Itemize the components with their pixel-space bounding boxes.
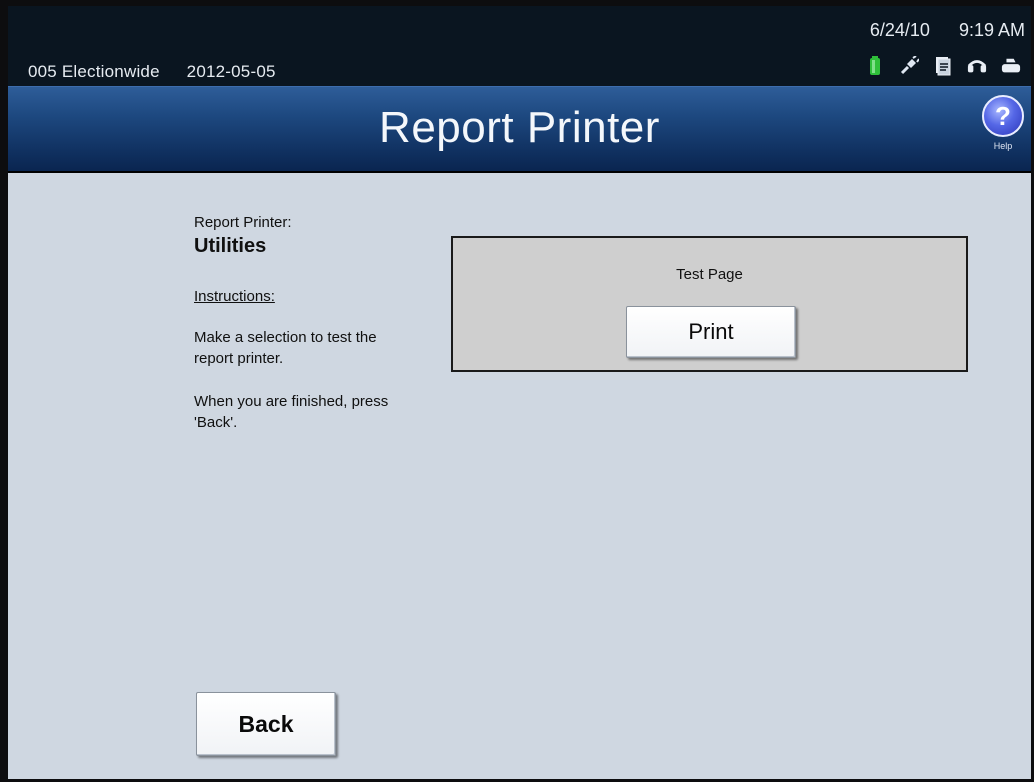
help-button[interactable]: ? Help <box>980 95 1026 151</box>
help-label: Help <box>993 141 1013 151</box>
test-page-panel: Test Page Print <box>451 236 968 372</box>
page-title: Report Printer <box>379 103 660 152</box>
clock: 6/24/10 9:19 AM <box>870 20 1025 41</box>
battery-icon <box>865 56 885 76</box>
instructions-heading: Instructions: <box>194 288 275 305</box>
headset-icon <box>967 56 987 76</box>
instruction-text: When you are finished, press 'Back'. <box>194 393 389 431</box>
help-icon[interactable]: ? <box>982 95 1024 137</box>
instructions-sidebar: Report Printer: Utilities Instructions: … <box>194 214 434 433</box>
app-window: 005 Electionwide 2012-05-05 6/24/10 9:19… <box>0 0 1034 782</box>
status-icons <box>865 56 1021 76</box>
status-bar: 005 Electionwide 2012-05-05 6/24/10 9:19… <box>8 6 1031 86</box>
breadcrumb: Report Printer: <box>194 214 292 231</box>
election-date: 2012-05-05 <box>186 62 276 81</box>
section-title: Utilities <box>194 235 267 257</box>
power-plug-icon <box>899 56 919 76</box>
title-bar: Report Printer ? Help <box>8 86 1031 173</box>
back-button[interactable]: Back <box>196 692 336 756</box>
current-time: 9:19 AM <box>958 20 1025 40</box>
document-icon <box>933 56 953 76</box>
election-name: 005 Electionwide <box>28 62 160 81</box>
instruction-text: Make a selection to test the report prin… <box>194 329 377 367</box>
current-date: 6/24/10 <box>869 20 930 40</box>
election-info: 005 Electionwide 2012-05-05 <box>28 62 276 82</box>
printer-icon <box>1001 56 1021 76</box>
print-button[interactable]: Print <box>626 306 796 358</box>
test-page-title: Test Page <box>676 266 743 283</box>
